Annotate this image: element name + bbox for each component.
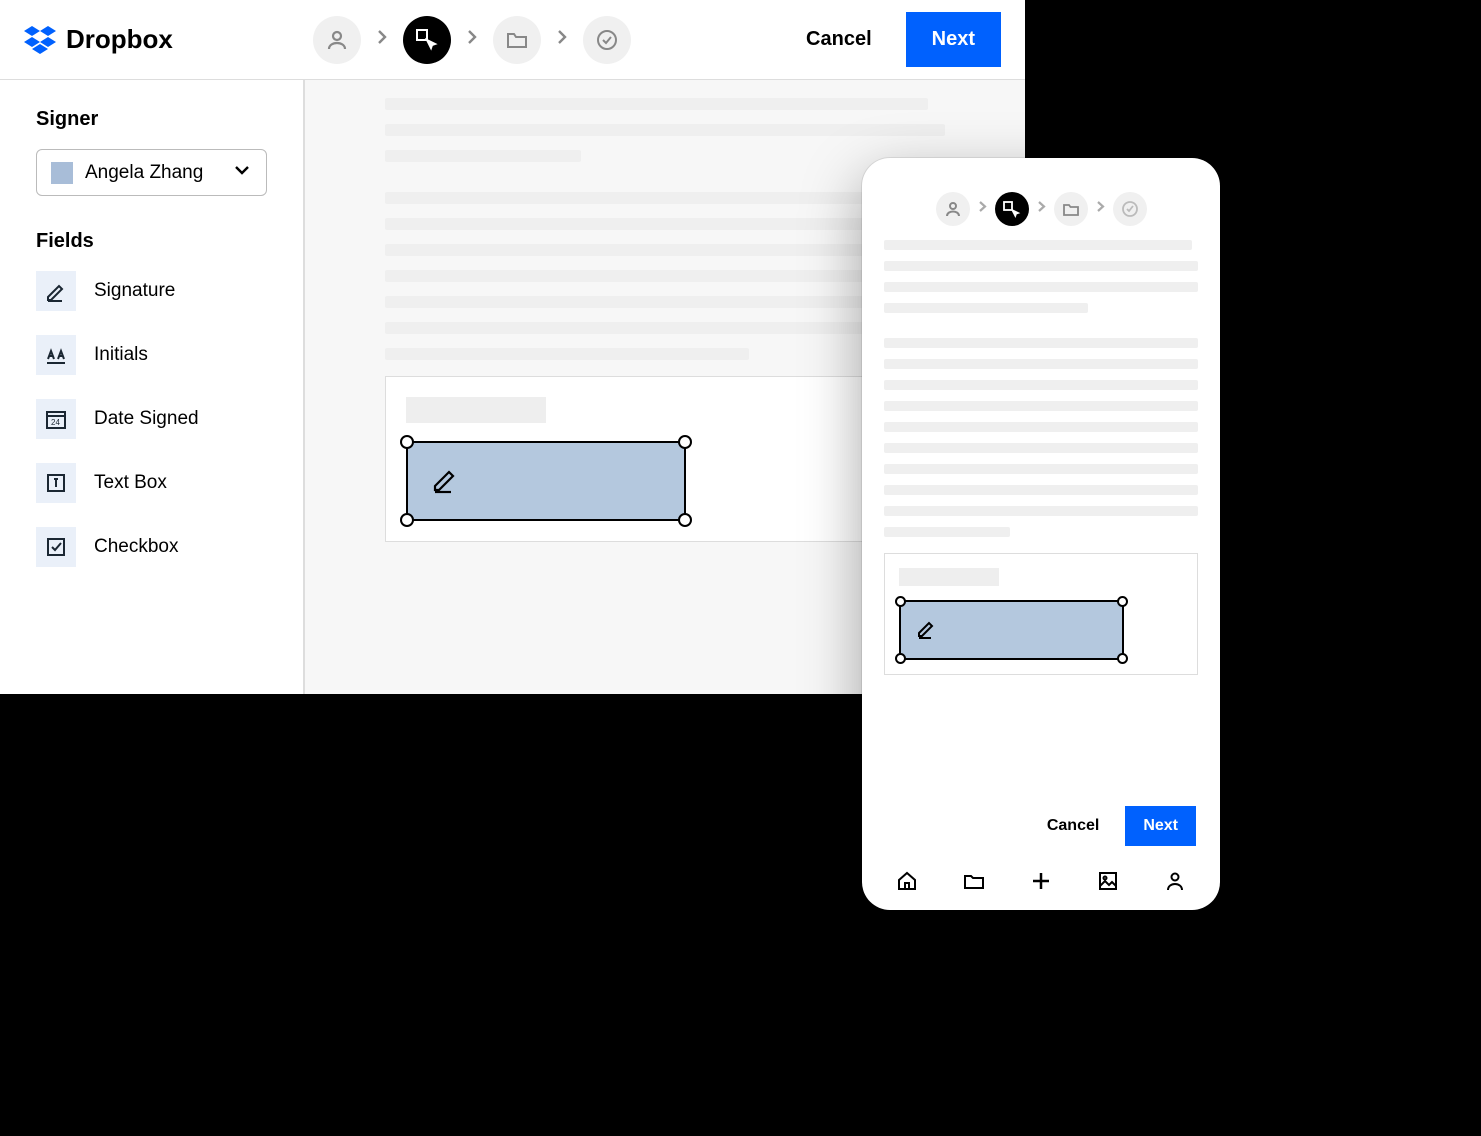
resize-handle[interactable]: [1117, 596, 1128, 607]
placeholder-line: [884, 282, 1198, 292]
signature-icon: [915, 617, 937, 644]
mobile-tabbar: [862, 858, 1220, 910]
mobile-next-button[interactable]: Next: [1125, 806, 1196, 846]
chevron-right-icon: [553, 28, 571, 51]
resize-handle[interactable]: [678, 513, 692, 527]
mobile-preview: Cancel Next: [862, 158, 1220, 910]
placeholder-line: [884, 240, 1192, 250]
placeholder-line: [884, 527, 1010, 537]
field-list: Signature Initials 24 Date Signed: [36, 271, 267, 567]
placeholder-line: [385, 348, 749, 360]
field-initials[interactable]: Initials: [36, 335, 267, 375]
field-text-box[interactable]: Text Box: [36, 463, 267, 503]
placeholder-line: [385, 98, 928, 110]
field-label: Checkbox: [94, 536, 179, 558]
resize-handle[interactable]: [895, 596, 906, 607]
resize-handle[interactable]: [895, 653, 906, 664]
photo-icon[interactable]: [1095, 868, 1121, 894]
signature-icon: [36, 271, 76, 311]
field-date-signed[interactable]: 24 Date Signed: [36, 399, 267, 439]
placeholder-line: [899, 568, 999, 586]
signature-region: [385, 376, 945, 542]
mobile-cancel-button[interactable]: Cancel: [1041, 816, 1105, 836]
step-folder-icon[interactable]: [1054, 192, 1088, 226]
field-checkbox[interactable]: Checkbox: [36, 527, 267, 567]
progress-stepper: [313, 16, 631, 64]
chevron-right-icon: [373, 28, 391, 51]
signer-color-swatch: [51, 162, 73, 184]
signature-drop-zone[interactable]: [406, 441, 686, 521]
placeholder-line: [385, 296, 945, 308]
placeholder-line: [884, 303, 1088, 313]
placeholder-line: [884, 443, 1198, 453]
signer-heading: Signer: [36, 108, 267, 131]
folder-icon[interactable]: [961, 868, 987, 894]
placeholder-line: [884, 261, 1198, 271]
mobile-stepper: [862, 158, 1220, 240]
placeholder-line: [884, 401, 1198, 411]
chevron-down-icon: [232, 160, 252, 185]
step-fields-icon[interactable]: [995, 192, 1029, 226]
signer-dropdown[interactable]: Angela Zhang: [36, 149, 267, 196]
placeholder-line: [884, 338, 1198, 348]
fields-sidebar: Signer Angela Zhang Fields Signature: [0, 80, 305, 694]
step-recipients-icon[interactable]: [313, 16, 361, 64]
step-fields-icon[interactable]: [403, 16, 451, 64]
textbox-icon: [36, 463, 76, 503]
placeholder-line: [884, 485, 1198, 495]
placeholder-line: [884, 380, 1198, 390]
mobile-actions: Cancel Next: [862, 806, 1220, 858]
header-actions: Cancel Next: [800, 12, 1001, 67]
signature-icon: [430, 464, 460, 499]
chevron-right-icon: [976, 200, 989, 218]
placeholder-line: [884, 464, 1198, 474]
plus-icon[interactable]: [1028, 868, 1054, 894]
placeholder-line: [385, 244, 945, 256]
placeholder-line: [385, 322, 945, 334]
step-recipients-icon[interactable]: [936, 192, 970, 226]
placeholder-line: [385, 270, 945, 282]
field-label: Initials: [94, 344, 148, 366]
placeholder-line: [385, 124, 945, 136]
placeholder-line: [385, 192, 945, 204]
brand-name: Dropbox: [66, 24, 173, 55]
step-review-icon[interactable]: [1113, 192, 1147, 226]
initials-icon: [36, 335, 76, 375]
field-label: Signature: [94, 280, 175, 302]
fields-heading: Fields: [36, 230, 267, 253]
placeholder-line: [884, 359, 1198, 369]
chevron-right-icon: [1094, 200, 1107, 218]
placeholder-line: [385, 218, 945, 230]
resize-handle[interactable]: [400, 513, 414, 527]
step-folder-icon[interactable]: [493, 16, 541, 64]
step-review-icon[interactable]: [583, 16, 631, 64]
mobile-signature-drop-zone[interactable]: [899, 600, 1124, 660]
checkbox-icon: [36, 527, 76, 567]
resize-handle[interactable]: [1117, 653, 1128, 664]
chevron-right-icon: [1035, 200, 1048, 218]
svg-text:24: 24: [51, 418, 60, 427]
mobile-signature-region: [884, 553, 1198, 675]
person-icon[interactable]: [1162, 868, 1188, 894]
mobile-document-canvas[interactable]: [862, 240, 1220, 806]
chevron-right-icon: [463, 28, 481, 51]
dropbox-logo-icon: [24, 24, 56, 56]
resize-handle[interactable]: [400, 435, 414, 449]
field-signature[interactable]: Signature: [36, 271, 267, 311]
placeholder-line: [884, 506, 1198, 516]
app-header: Dropbox Can: [0, 0, 1025, 80]
placeholder-line: [385, 150, 581, 162]
brand: Dropbox: [24, 24, 173, 56]
placeholder-line: [884, 422, 1198, 432]
field-label: Date Signed: [94, 408, 199, 430]
resize-handle[interactable]: [678, 435, 692, 449]
calendar-icon: 24: [36, 399, 76, 439]
home-icon[interactable]: [894, 868, 920, 894]
field-label: Text Box: [94, 472, 167, 494]
cancel-button[interactable]: Cancel: [800, 27, 878, 52]
signer-name: Angela Zhang: [85, 162, 220, 184]
next-button[interactable]: Next: [906, 12, 1001, 67]
placeholder-line: [406, 397, 546, 423]
